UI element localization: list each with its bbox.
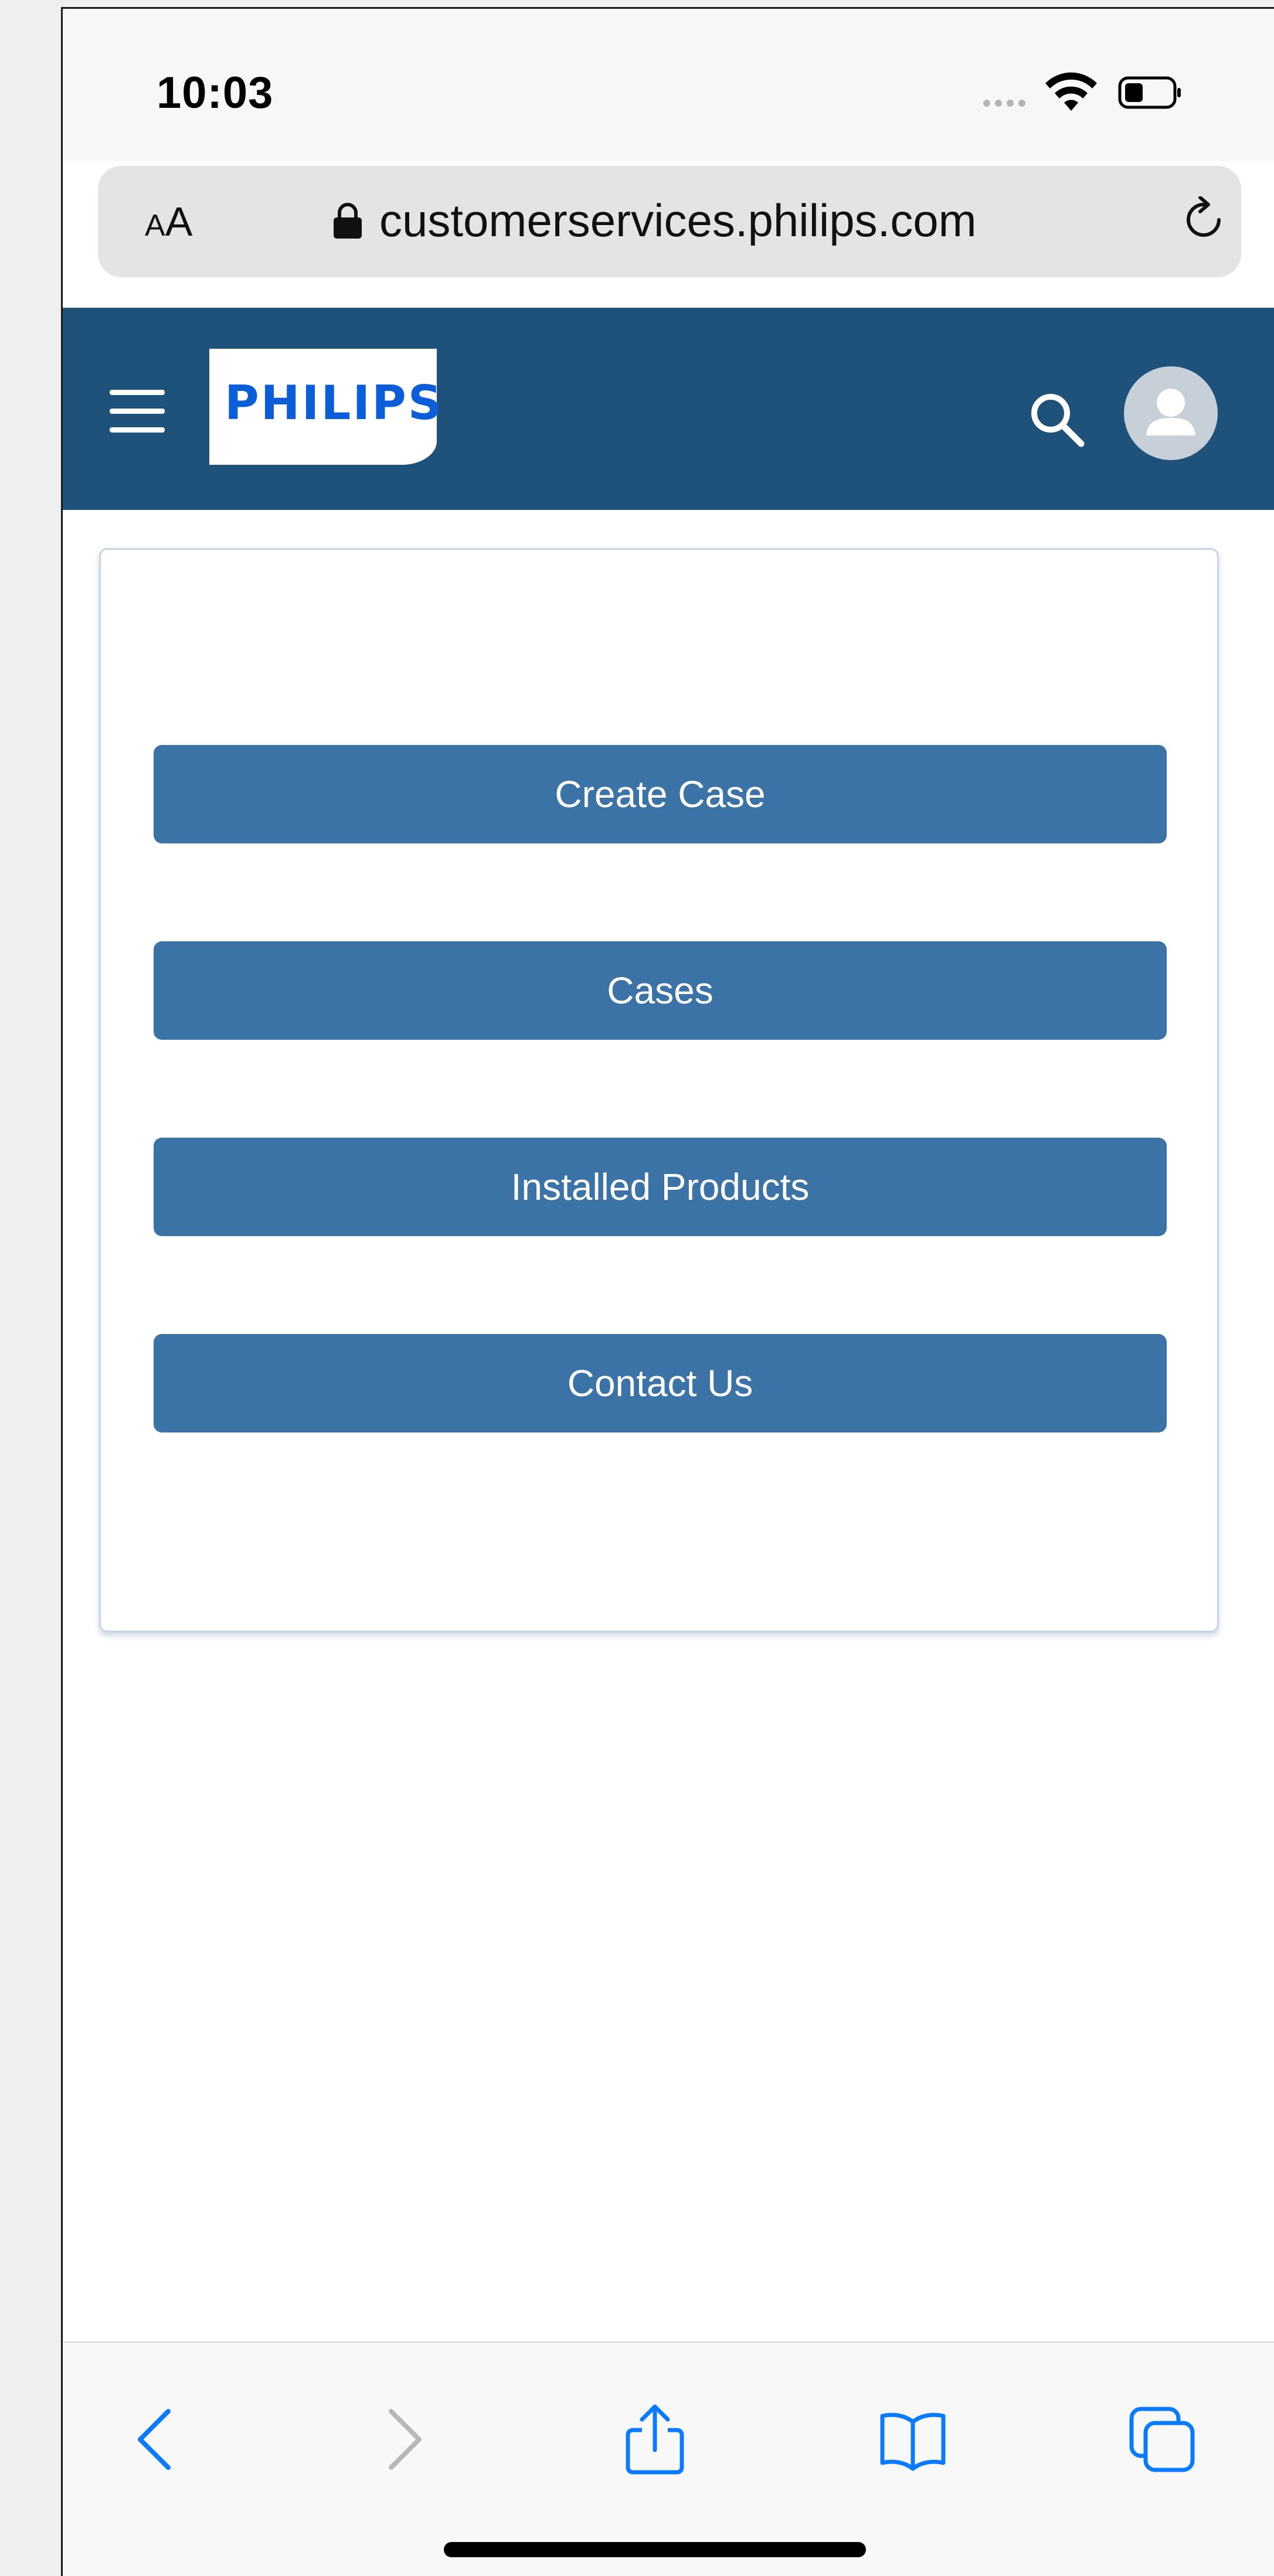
address-bar[interactable]: AA customerservices.philips.com [98, 166, 1241, 277]
create-case-button[interactable]: Create Case [154, 745, 1167, 843]
reload-icon[interactable] [1183, 196, 1228, 246]
bookmarks-icon[interactable] [878, 2404, 948, 2475]
text-size-small-label: A [145, 209, 165, 243]
cases-button[interactable]: Cases [154, 941, 1167, 1040]
installed-products-button[interactable]: Installed Products [154, 1138, 1167, 1236]
user-avatar[interactable] [1124, 366, 1218, 460]
menu-card: Create Case Cases Installed Products Con… [99, 548, 1219, 1632]
text-size-large-label: A [165, 199, 193, 244]
contact-us-button[interactable]: Contact Us [154, 1334, 1167, 1432]
text-size-button[interactable]: AA [145, 198, 192, 245]
tabs-icon[interactable] [1127, 2404, 1197, 2475]
wifi-icon [1045, 72, 1097, 111]
search-icon[interactable] [1027, 390, 1086, 448]
home-indicator [444, 2542, 866, 2557]
browser-toolbar [63, 2342, 1274, 2576]
phone-screen: 10:03 AA customerservices.philips.com PH… [61, 7, 1274, 2576]
battery-icon [1118, 76, 1181, 109]
forward-icon[interactable] [368, 2404, 438, 2475]
logo-text: PHILIPS [225, 376, 444, 430]
lock-icon [334, 203, 362, 239]
status-time: 10:03 [157, 68, 274, 118]
back-icon[interactable] [121, 2404, 192, 2475]
url-text[interactable]: customerservices.philips.com [379, 194, 977, 247]
share-icon[interactable] [620, 2404, 690, 2475]
philips-logo[interactable]: PHILIPS [209, 349, 441, 465]
cellular-signal-icon [983, 100, 1030, 108]
site-header: PHILIPS [63, 308, 1274, 510]
hamburger-menu-icon[interactable] [110, 390, 165, 433]
status-bar: 10:03 [63, 9, 1274, 161]
user-icon [1146, 389, 1195, 435]
